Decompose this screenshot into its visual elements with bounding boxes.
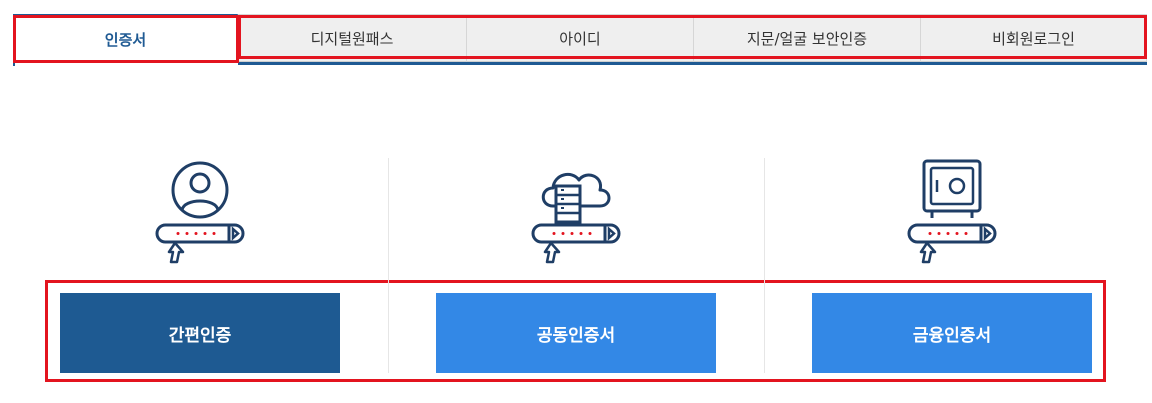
tab-digital-onepass[interactable]: 디지털원패스 <box>238 14 467 62</box>
login-page: 인증서 디지털원패스 아이디 지문/얼굴 보안인증 비회원로그인 간편인증 공동… <box>0 0 1152 403</box>
tab-label: 아이디 <box>559 29 601 48</box>
option-joint-certificate: 공동인증서 <box>388 158 764 373</box>
tab-label: 비회원로그인 <box>992 29 1075 48</box>
joint-certificate-button[interactable]: 공동인증서 <box>436 293 716 373</box>
option-simple-auth: 간편인증 <box>12 158 388 373</box>
tab-guest-login[interactable]: 비회원로그인 <box>921 14 1147 62</box>
login-method-tabs: 인증서 디지털원패스 아이디 지문/얼굴 보안인증 비회원로그인 <box>13 14 1147 66</box>
safe-icon <box>902 158 1002 270</box>
option-financial-certificate: 금융인증서 <box>764 158 1140 373</box>
simple-auth-label: 간편인증 <box>168 325 232 346</box>
tab-underline <box>238 62 1147 65</box>
tab-biometric[interactable]: 지문/얼굴 보안인증 <box>694 14 921 62</box>
tab-label: 인증서 <box>104 30 147 49</box>
tab-certificate[interactable]: 인증서 <box>13 14 238 62</box>
simple-auth-button[interactable]: 간편인증 <box>60 293 340 373</box>
tab-id[interactable]: 아이디 <box>467 14 694 62</box>
tab-label: 디지털원패스 <box>310 29 394 48</box>
cloud-server-icon <box>526 158 626 270</box>
financial-certificate-button[interactable]: 금융인증서 <box>812 293 1092 373</box>
user-circle-icon <box>150 158 250 270</box>
tab-left-line <box>13 14 15 66</box>
financial-certificate-label: 금융인증서 <box>912 325 992 346</box>
joint-certificate-label: 공동인증서 <box>536 325 616 346</box>
tab-label: 지문/얼굴 보안인증 <box>746 29 868 48</box>
